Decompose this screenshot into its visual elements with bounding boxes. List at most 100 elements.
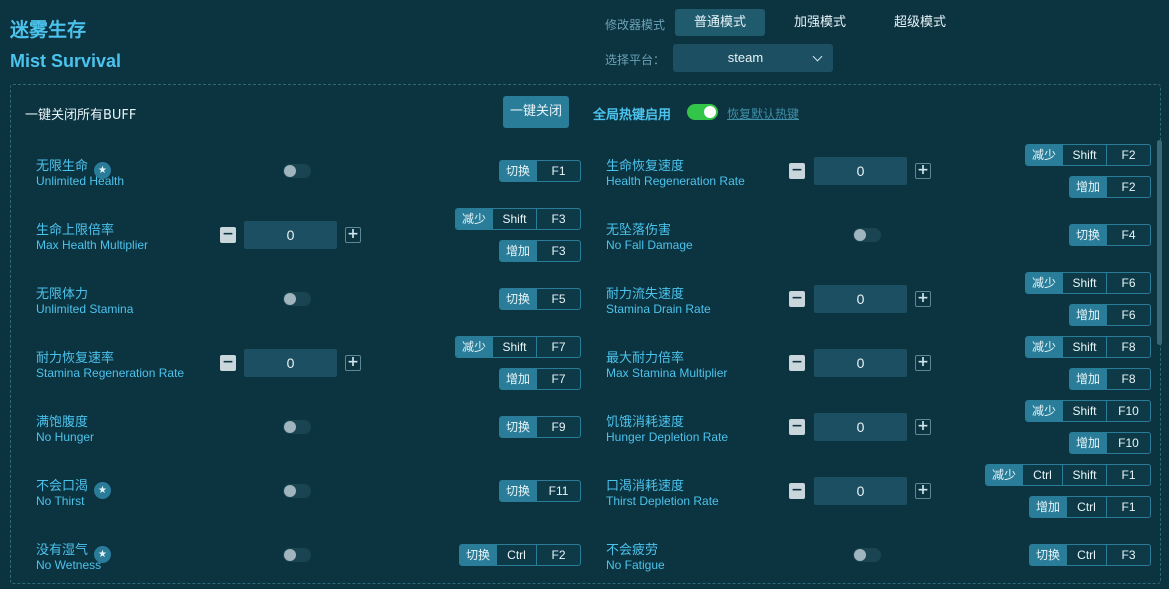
plus-icon[interactable]: + [915,291,931,307]
hotkey-key: F9 [536,417,580,437]
value-input[interactable] [814,477,907,505]
decrease-hotkey[interactable]: 减少 Shift F6 [1025,272,1151,294]
option-label-cn: 耐力恢复速率 [36,351,115,366]
toggle-hotkey[interactable]: 切换 F11 [499,480,581,502]
mode-enhanced-button[interactable]: 加强模式 [775,9,865,36]
option-label-en: Health Regeneration Rate [606,174,745,188]
key-action-label: 增加 [1070,433,1107,453]
platform-label: 选择平台： [605,53,666,67]
hotkey-key: F1 [1106,465,1150,485]
plus-icon[interactable]: + [345,355,361,371]
minus-icon[interactable]: − [789,163,805,179]
decrease-hotkey[interactable]: 减少 Shift F8 [1025,336,1151,358]
option-toggle[interactable] [853,548,881,562]
decrease-hotkey[interactable]: 减少 Shift F2 [1025,144,1151,166]
option-label-en: Max Stamina Multiplier [606,366,728,380]
key-action-label: 减少 [456,209,493,229]
option-label-en: Max Health Multiplier [36,238,149,252]
key-action-label: 切换 [1030,545,1067,565]
toggle-hotkey[interactable]: 切换 F5 [499,288,581,310]
minus-icon[interactable]: − [789,483,805,499]
hotkey-key: Shift [1062,145,1106,165]
hotkey-key: Ctrl [496,545,536,565]
mode-super-button[interactable]: 超级模式 [875,9,965,36]
key-action-label: 切换 [500,417,537,437]
hotkey-key: F8 [1106,369,1150,389]
option-toggle[interactable] [283,420,311,434]
toggle-hotkey[interactable]: 切换 F1 [499,160,581,182]
minus-icon[interactable]: − [789,355,805,371]
value-input[interactable] [244,221,337,249]
option-label-cn: 无限生命 [36,159,89,174]
toggle-hotkey[interactable]: 切换 F4 [1069,224,1151,246]
increase-hotkey[interactable]: 增加 F3 [499,240,581,262]
toggle-hotkey[interactable]: 切换 Ctrl F2 [459,544,581,566]
close-all-buff-button[interactable]: 一键关闭 [503,96,569,128]
increase-hotkey[interactable]: 增加 F6 [1069,304,1151,326]
star-badge-icon: ★ [94,546,111,563]
platform-select[interactable]: steam [673,44,833,72]
key-action-label: 增加 [1070,305,1107,325]
increase-hotkey[interactable]: 增加 Ctrl F1 [1029,496,1151,518]
hotkey-key: Ctrl [1022,465,1062,485]
toggle-hotkey[interactable]: 切换 Ctrl F3 [1029,544,1151,566]
minus-icon[interactable]: − [789,291,805,307]
hotkey-key: Shift [1062,337,1106,357]
option-label-cn: 无坠落伤害 [606,223,672,238]
restore-default-hotkeys-link[interactable]: 恢复默认热键 [727,105,799,122]
app-title-cn: 迷雾生存 [10,19,87,41]
minus-icon[interactable]: − [220,355,236,371]
increase-hotkey[interactable]: 增加 F8 [1069,368,1151,390]
hotkey-key: F4 [1106,225,1150,245]
value-input[interactable] [814,157,907,185]
key-action-label: 增加 [500,369,537,389]
hotkey-key: F11 [536,481,580,501]
hotkey-key: F6 [1106,273,1150,293]
decrease-hotkey[interactable]: 减少 Shift F7 [455,336,581,358]
option-toggle[interactable] [283,164,311,178]
key-action-label: 减少 [986,465,1023,485]
plus-icon[interactable]: + [915,163,931,179]
key-action-label: 减少 [1026,401,1063,421]
plus-icon[interactable]: + [345,227,361,243]
option-toggle[interactable] [853,228,881,242]
value-input[interactable] [814,349,907,377]
increase-hotkey[interactable]: 增加 F2 [1069,176,1151,198]
plus-icon[interactable]: + [915,419,931,435]
plus-icon[interactable]: + [915,355,931,371]
key-action-label: 增加 [1070,177,1107,197]
option-label-en: No Hunger [36,430,95,444]
minus-icon[interactable]: − [220,227,236,243]
option-label-en: Stamina Regeneration Rate [36,366,185,380]
option-label-cn: 耐力流失速度 [606,287,685,302]
minus-icon[interactable]: − [789,419,805,435]
key-action-label: 减少 [1026,337,1063,357]
key-action-label: 增加 [1030,497,1067,517]
hotkey-key: Shift [1062,401,1106,421]
key-action-label: 切换 [500,289,537,309]
plus-icon[interactable]: + [915,483,931,499]
global-hotkey-toggle[interactable] [687,104,718,120]
increase-hotkey[interactable]: 增加 F10 [1069,432,1151,454]
hotkey-key: Shift [492,209,536,229]
option-label-en: Unlimited Health [36,174,125,188]
value-input[interactable] [814,413,907,441]
option-label-en: Thirst Depletion Rate [606,494,719,508]
platform-value: steam [727,50,764,65]
value-input[interactable] [244,349,337,377]
option-toggle[interactable] [283,292,311,306]
option-toggle[interactable] [283,548,311,562]
increase-hotkey[interactable]: 增加 F7 [499,368,581,390]
toggle-hotkey[interactable]: 切换 F9 [499,416,581,438]
option-label-cn: 满饱腹度 [36,415,89,430]
decrease-hotkey[interactable]: 减少 Shift F10 [1025,400,1151,422]
decrease-hotkey[interactable]: 减少 Shift F3 [455,208,581,230]
hotkey-key: F3 [536,209,580,229]
hotkey-key: F2 [1106,145,1150,165]
scrollbar[interactable] [1157,140,1162,345]
decrease-hotkey[interactable]: 减少 Ctrl Shift F1 [985,464,1151,486]
option-toggle[interactable] [283,484,311,498]
value-input[interactable] [814,285,907,313]
mode-normal-button[interactable]: 普通模式 [675,9,765,36]
hotkey-key: Ctrl [1066,497,1106,517]
